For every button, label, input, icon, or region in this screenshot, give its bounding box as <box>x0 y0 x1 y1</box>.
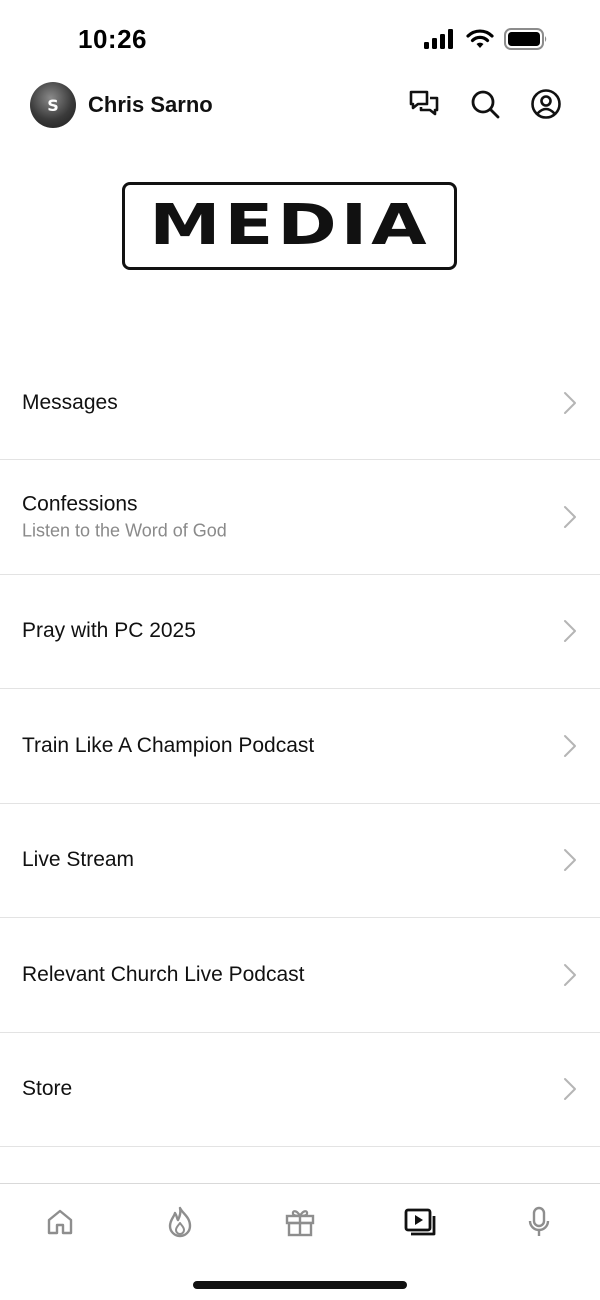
battery-icon <box>504 28 548 55</box>
profile-button[interactable] <box>528 88 564 124</box>
search-button[interactable] <box>467 88 503 124</box>
status-icons <box>424 28 548 55</box>
menu-item-relevant-church-live[interactable]: Relevant Church Live Podcast <box>0 918 600 1033</box>
tab-gift[interactable] <box>280 1202 320 1242</box>
gift-icon <box>285 1210 315 1237</box>
menu-item-text: Live Stream <box>22 848 134 872</box>
menu-item-live-stream[interactable]: Live Stream <box>0 804 600 918</box>
cellular-signal-icon <box>424 29 456 54</box>
media-logo: MEDIA <box>122 182 457 270</box>
menu-item-label: Relevant Church Live Podcast <box>22 962 305 986</box>
media-screen: 10:26 S Chris Sarno MEDIA Messages Confe… <box>0 0 600 1300</box>
menu-item-messages[interactable]: Messages <box>0 346 600 460</box>
menu-item-label: Live Stream <box>22 848 135 872</box>
tab-microphone[interactable] <box>519 1202 559 1242</box>
microphone-icon <box>528 1206 550 1236</box>
menu-item-store[interactable]: Store <box>0 1033 600 1147</box>
menu-item-label: Store <box>22 1077 73 1101</box>
chevron-right-icon <box>564 849 576 872</box>
status-bar: 10:26 <box>0 0 600 70</box>
menu-item-pray-with-pc[interactable]: Pray with PC 2025 <box>0 575 600 689</box>
menu-item-confessions[interactable]: Confessions Listen to the Word of God <box>0 460 600 575</box>
chat-button[interactable] <box>406 88 442 124</box>
chevron-right-icon <box>564 734 576 757</box>
tab-home[interactable] <box>40 1202 80 1242</box>
logo-text: MEDIA <box>148 193 431 258</box>
menu-item-text: Relevant Church Live Podcast <box>22 963 305 987</box>
tab-bar <box>0 1183 600 1300</box>
chevron-right-icon <box>564 963 576 986</box>
home-icon <box>47 1209 73 1235</box>
menu-item-label: Train Like A Champion Podcast <box>22 733 315 757</box>
tab-flame[interactable] <box>160 1202 200 1242</box>
flame-icon <box>168 1206 192 1238</box>
profile-icon <box>530 88 562 125</box>
search-icon <box>469 88 501 125</box>
tab-media[interactable] <box>400 1202 440 1242</box>
menu-item-text: Train Like A Champion Podcast <box>22 734 314 758</box>
status-time: 10:26 <box>78 24 147 54</box>
menu-item-text: Confessions Listen to the Word of God <box>22 492 227 541</box>
menu-item-text: Pray with PC 2025 <box>22 619 196 643</box>
avatar-initial: S <box>47 95 59 115</box>
header: S Chris Sarno <box>0 78 600 134</box>
home-indicator[interactable] <box>193 1281 407 1289</box>
chat-icon <box>408 89 440 124</box>
media-icon <box>404 1208 436 1236</box>
chevron-right-icon <box>564 620 576 643</box>
menu-item-subtitle: Listen to the Word of God <box>22 520 227 541</box>
menu-item-text: Store <box>22 1077 72 1101</box>
menu-item-label: Confessions <box>22 492 138 516</box>
menu-item-text: Messages <box>22 391 118 415</box>
chevron-right-icon <box>564 391 576 414</box>
chevron-right-icon <box>564 1078 576 1101</box>
user-name[interactable]: Chris Sarno <box>88 92 213 118</box>
chevron-right-icon <box>564 505 576 528</box>
menu-item-train-like-a-champion[interactable]: Train Like A Champion Podcast <box>0 689 600 804</box>
wifi-icon <box>466 29 494 54</box>
menu-item-label: Messages <box>22 390 118 414</box>
menu-item-label: Pray with PC 2025 <box>22 619 196 643</box>
avatar[interactable]: S <box>30 82 76 128</box>
media-menu-list: Messages Confessions Listen to the Word … <box>0 346 600 1147</box>
